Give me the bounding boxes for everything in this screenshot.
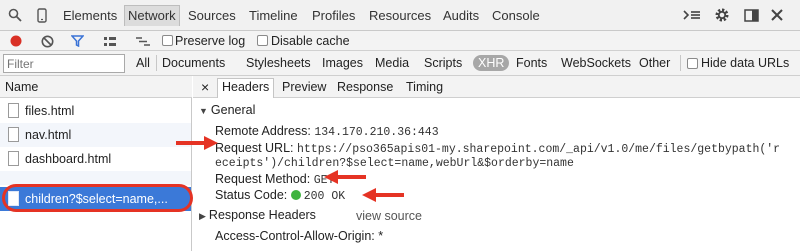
- response-headers-section-header[interactable]: ▶ Response Headers: [199, 208, 316, 222]
- tab-preview[interactable]: Preview: [282, 79, 326, 98]
- view-source-link[interactable]: view source: [356, 209, 422, 223]
- request-name: files.html: [25, 104, 75, 118]
- collapse-triangle-icon: ▼: [199, 106, 208, 116]
- filter-xhr[interactable]: XHR: [473, 55, 510, 71]
- tab-console[interactable]: Console: [492, 6, 540, 25]
- preserve-log-label: Preserve log: [175, 34, 246, 48]
- collapse-triangle-icon: ▶: [199, 211, 206, 221]
- filter-images[interactable]: Images: [322, 56, 363, 70]
- status-ok-dot-icon: [290, 190, 301, 200]
- file-icon: [8, 103, 19, 118]
- tab-profiles[interactable]: Profiles: [312, 6, 355, 25]
- settings-gear-icon[interactable]: [713, 6, 731, 24]
- request-row[interactable]: dashboard.html: [0, 147, 191, 171]
- request-url-continuation: eceipts')/children?$select=name,webUrl&$…: [215, 155, 574, 170]
- remote-address-value: 134.170.210.36:443: [314, 126, 439, 139]
- request-row[interactable]: nav.html: [0, 123, 191, 147]
- response-header-text: Access-Control-Allow-Origin: *: [215, 229, 384, 243]
- clear-icon[interactable]: [38, 32, 56, 50]
- tab-timeline[interactable]: Timeline: [249, 6, 298, 25]
- disable-cache-checkbox[interactable]: [257, 35, 268, 46]
- device-mode-icon[interactable]: [33, 6, 51, 24]
- tab-headers[interactable]: Headers: [217, 78, 275, 98]
- annotation-arrow-request-method: [324, 170, 366, 184]
- hide-data-urls-label: Hide data URLs: [701, 56, 790, 70]
- close-details-icon[interactable]: ×: [201, 79, 209, 98]
- network-toolbar: Preserve log Disable cache: [0, 31, 800, 51]
- detail-tab-bar: × Headers Preview Response Timing: [193, 76, 800, 98]
- file-icon: [8, 151, 19, 166]
- request-name: dashboard.html: [25, 152, 112, 166]
- annotation-arrow-status-code: [362, 188, 404, 202]
- tab-response[interactable]: Response: [337, 79, 393, 98]
- request-url-label: Request URL:: [215, 141, 294, 155]
- overview-icon[interactable]: [134, 32, 152, 50]
- inspect-element-icon[interactable]: [6, 6, 24, 24]
- filter-bar: All Documents Stylesheets Images Media S…: [0, 51, 800, 76]
- filter-divider-2: [680, 55, 681, 71]
- tab-sources[interactable]: Sources: [188, 6, 236, 25]
- close-devtools-icon[interactable]: [768, 6, 786, 24]
- status-code-row: Status Code: 200 OK: [215, 188, 345, 203]
- filter-divider: [156, 55, 157, 71]
- general-section-header[interactable]: ▼ General: [199, 103, 255, 117]
- request-details: × Headers Preview Response Timing ▼ Gener…: [193, 76, 800, 251]
- filter-all[interactable]: All: [136, 56, 150, 70]
- filter-media[interactable]: Media: [375, 56, 409, 70]
- filter-input[interactable]: [3, 54, 125, 73]
- remote-address-label: Remote Address:: [215, 124, 311, 138]
- request-list: Name files.html nav.html dashboard.html …: [0, 76, 193, 251]
- filter-stylesheets[interactable]: Stylesheets: [246, 56, 311, 70]
- request-row[interactable]: files.html: [0, 99, 191, 123]
- tab-timing[interactable]: Timing: [406, 79, 443, 98]
- general-title: General: [210, 103, 256, 117]
- request-name: nav.html: [25, 128, 72, 142]
- devtools-tab-bar: Elements Network Sources Timeline Profil…: [0, 0, 800, 31]
- filter-fonts[interactable]: Fonts: [516, 56, 547, 70]
- request-url-value-cont: eceipts')/children?$select=name,webUrl&$…: [215, 157, 574, 170]
- name-column-label: Name: [5, 80, 39, 94]
- filter-icon[interactable]: [68, 32, 86, 50]
- request-url-row: Request URL: https://pso365apis01-my.sha…: [215, 141, 780, 156]
- filter-other[interactable]: Other: [639, 56, 670, 70]
- show-drawer-icon[interactable]: [681, 6, 703, 24]
- tab-elements[interactable]: Elements: [63, 6, 117, 25]
- name-column-header[interactable]: Name: [0, 76, 192, 98]
- status-code-label: Status Code:: [215, 188, 288, 202]
- response-header-row: Access-Control-Allow-Origin: *: [215, 229, 383, 243]
- record-icon[interactable]: [7, 32, 25, 50]
- filter-websockets[interactable]: WebSockets: [561, 56, 631, 70]
- remote-address-row: Remote Address: 134.170.210.36:443: [215, 124, 439, 139]
- hide-data-urls-checkbox[interactable]: [687, 58, 698, 69]
- disable-cache-label: Disable cache: [271, 34, 350, 48]
- annotation-arrow-request-url: [176, 136, 218, 150]
- request-method-row: Request Method: GET: [215, 172, 334, 187]
- tab-resources[interactable]: Resources: [369, 6, 431, 25]
- request-method-label: Request Method:: [215, 172, 311, 186]
- preserve-log-checkbox[interactable]: [162, 35, 173, 46]
- response-headers-title: Response Headers: [208, 208, 316, 222]
- large-rows-icon[interactable]: [101, 32, 119, 50]
- filter-scripts[interactable]: Scripts: [424, 56, 462, 70]
- file-icon: [8, 127, 19, 142]
- filter-documents[interactable]: Documents: [162, 56, 225, 70]
- tab-network[interactable]: Network: [124, 5, 180, 26]
- status-code-value: 200 OK: [303, 190, 346, 203]
- annotation-highlight-ring: [2, 184, 193, 212]
- dock-side-icon[interactable]: [742, 6, 760, 24]
- request-row-partial[interactable]: [0, 171, 191, 185]
- tab-audits[interactable]: Audits: [443, 6, 479, 25]
